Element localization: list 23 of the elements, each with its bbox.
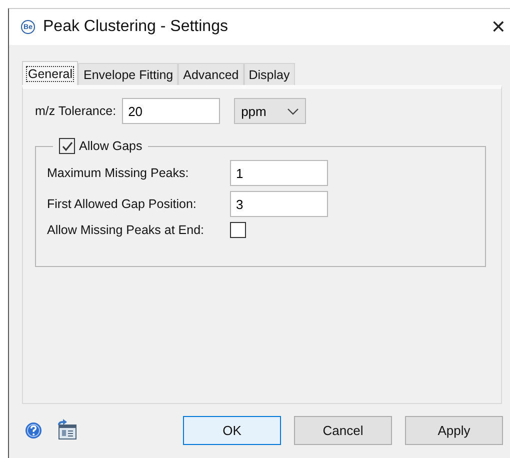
tab[interactable]: Advanced [178, 63, 244, 85]
import-icon[interactable] [56, 419, 78, 441]
tab[interactable]: Display [244, 63, 295, 85]
tolerance-field[interactable]: 20 [122, 98, 220, 124]
caret-icon [287, 108, 300, 114]
field-label: First Allowed Gap Position: [47, 197, 196, 211]
field-label: Maximum Missing Peaks: [47, 166, 189, 180]
dialog-button[interactable]: Cancel [294, 416, 392, 444]
input-field[interactable]: 3 [230, 191, 328, 217]
help-icon[interactable] [25, 422, 42, 438]
close-button[interactable]: ✕ [490, 16, 510, 38]
checkbox[interactable] [230, 222, 246, 238]
tab[interactable]: Envelope Fitting [78, 63, 178, 85]
dialog-button[interactable]: OK [183, 416, 281, 444]
tab[interactable]: General [22, 61, 78, 85]
input-field[interactable]: 1 [230, 160, 328, 186]
window-title: Peak Clustering - Settings [43, 18, 229, 36]
field-label: Allow Missing Peaks at End: [47, 223, 204, 237]
field-label: m/z Tolerance: [35, 104, 116, 118]
dialog-button[interactable]: Apply [405, 416, 503, 444]
checkbox-label: Allow Gaps [79, 139, 142, 153]
checkbox[interactable] [59, 138, 75, 154]
unit-dropdown[interactable]: ppm [234, 98, 306, 124]
